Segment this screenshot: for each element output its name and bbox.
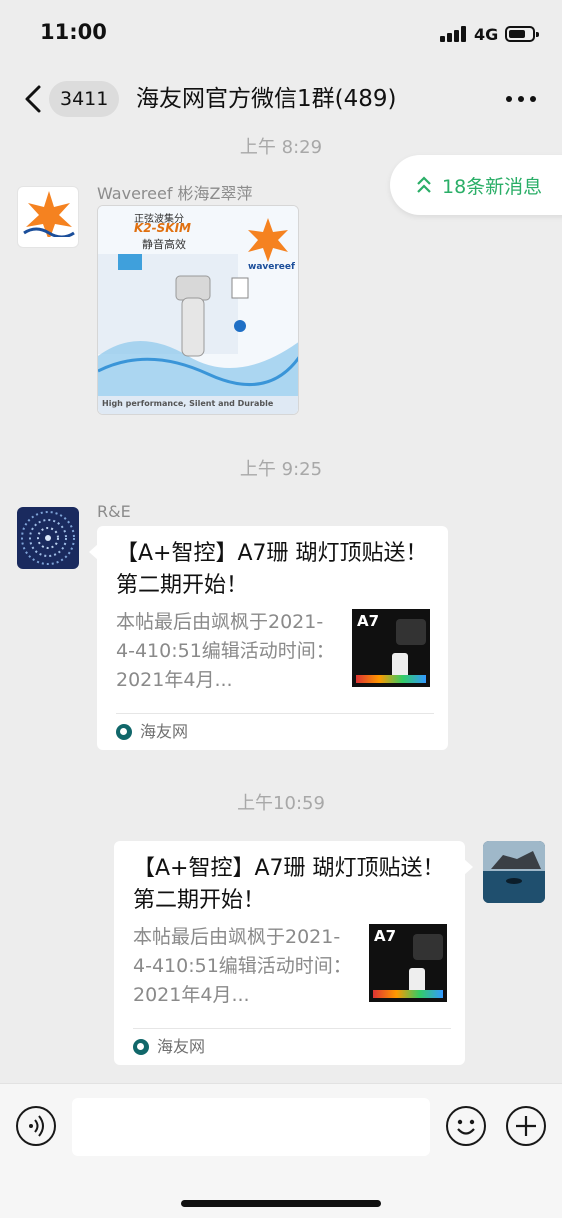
card-thumbnail: A7: [352, 609, 430, 687]
card-thumbnail: A7: [369, 924, 447, 1002]
card-title: 【A+智控】A7珊 瑚灯顶贴送！第二期开始！: [133, 856, 445, 913]
status-time: 11:00: [40, 20, 107, 44]
sender-name: Wavereef 彬海Z翠萍: [97, 184, 253, 203]
source-logo-icon: [116, 724, 132, 740]
double-chevron-up-icon: [417, 176, 431, 193]
ad-footer: High performance, Silent and Durable: [102, 399, 274, 408]
my-avatar[interactable]: [483, 841, 545, 903]
card-source: 海友网: [133, 1036, 205, 1058]
chat-title: 海友网官方微信1群(489): [136, 86, 397, 112]
link-card[interactable]: 【A+智控】A7珊 瑚灯顶贴送！第二期开始！ 本帖最后由飒枫于2021-4-41…: [89, 526, 448, 750]
card-description: 本帖最后由飒枫于2021-4-410:51编辑活动时间：2021年4月...: [116, 611, 335, 691]
timestamp: 上午 8:29: [239, 137, 323, 158]
emoji-icon[interactable]: [446, 1106, 486, 1146]
card-source-label: 海友网: [157, 1037, 206, 1056]
signal-icon: [440, 26, 468, 42]
more-icon[interactable]: [506, 96, 536, 104]
link-card[interactable]: 【A+智控】A7珊 瑚灯顶贴送！第二期开始！ 本帖最后由飒枫于2021-4-41…: [114, 841, 473, 1065]
message-input[interactable]: [72, 1098, 430, 1156]
battery-icon: [505, 26, 539, 42]
timestamp: 上午10:59: [237, 793, 325, 814]
timestamp: 上午 9:25: [239, 459, 323, 480]
source-logo-icon: [133, 1039, 149, 1055]
ocean-photo-icon: [483, 841, 545, 903]
chat-screen: 11:00 4G 3411 海友网官方微信1群(489) 18条新消息 上午 8…: [0, 0, 562, 1218]
avatar[interactable]: [17, 186, 79, 248]
plus-icon[interactable]: [506, 1106, 546, 1146]
avatar[interactable]: [17, 507, 79, 569]
back-icon[interactable]: [22, 82, 46, 116]
unread-count-badge[interactable]: 3411: [49, 81, 120, 117]
ad-product: K2-SKIM: [134, 221, 191, 235]
ad-brand: wavereef: [248, 262, 295, 272]
wavereef-logo-icon: [22, 191, 76, 244]
new-messages-label: 18条新消息: [442, 175, 543, 198]
new-messages-button[interactable]: 18条新消息: [390, 155, 562, 215]
card-description: 本帖最后由飒枫于2021-4-410:51编辑活动时间：2021年4月...: [133, 926, 352, 1006]
card-source: 海友网: [116, 721, 188, 743]
image-message[interactable]: 正弦波集分 K2-SKIM 静音高效 wavereef High perform…: [97, 205, 299, 415]
sender-name: R&E: [97, 502, 131, 521]
card-title: 【A+智控】A7珊 瑚灯顶贴送！第二期开始！: [116, 541, 428, 598]
network-label: 4G: [474, 25, 499, 44]
input-bar: [0, 1083, 562, 1218]
pattern-avatar-icon: [21, 511, 75, 565]
voice-icon[interactable]: [16, 1106, 56, 1146]
status-bar: 11:00 4G: [0, 0, 562, 70]
card-source-label: 海友网: [140, 722, 189, 741]
ad-slogan: 静音高效: [142, 238, 186, 251]
product-ad-image: [98, 206, 298, 414]
chat-header: 3411 海友网官方微信1群(489): [0, 70, 562, 130]
home-indicator: [181, 1200, 381, 1207]
